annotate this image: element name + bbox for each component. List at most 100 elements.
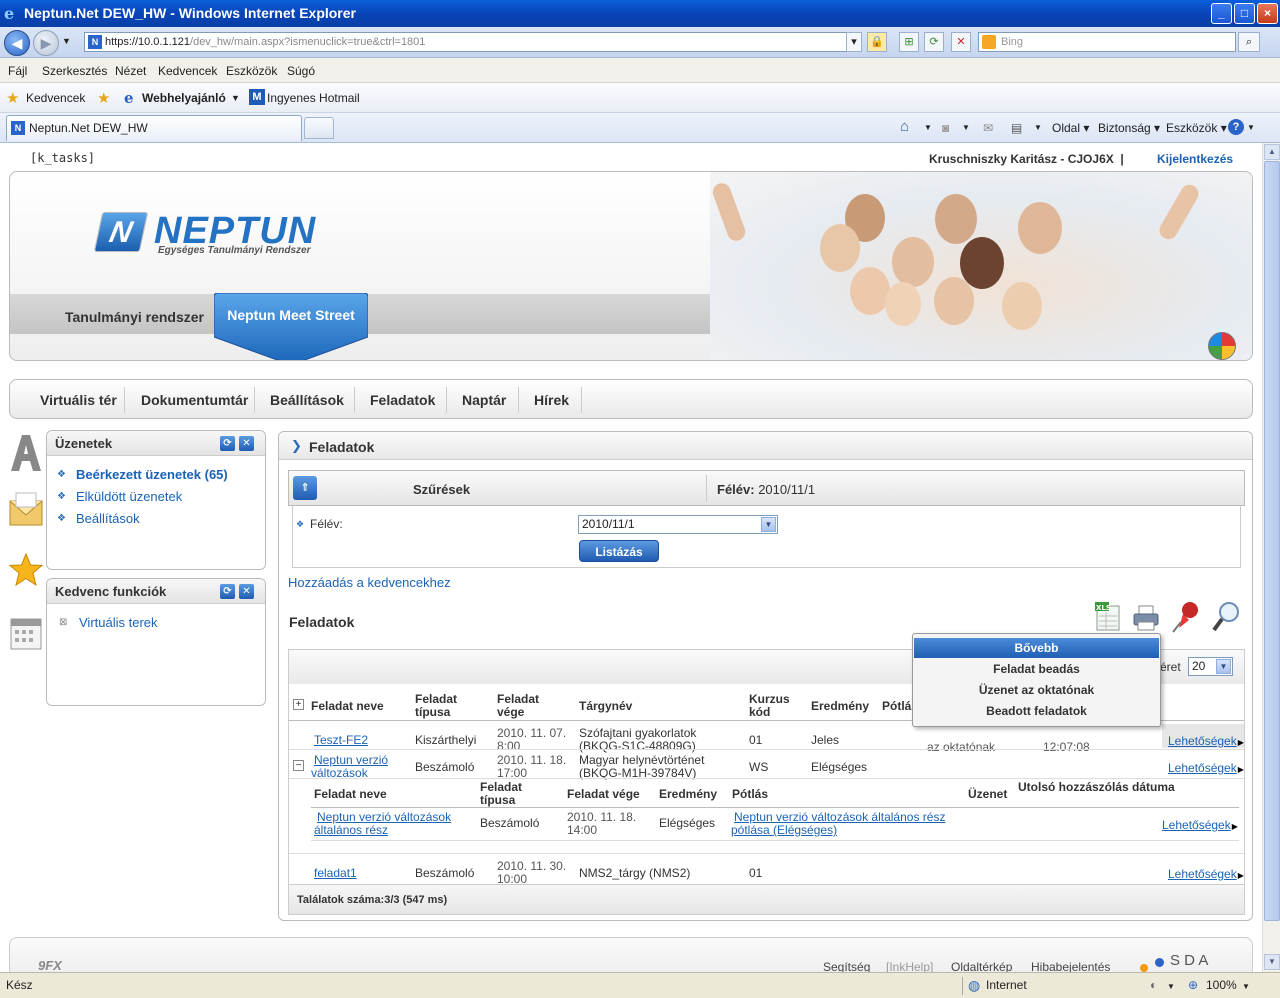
col-feladat-tipusa[interactable]: Feladat típusa	[415, 693, 485, 719]
tab-neptun-meet-street[interactable]: Neptun Meet Street	[214, 293, 368, 360]
feeds-icon[interactable]: ◙	[942, 121, 949, 135]
mail-icon[interactable]: ✉	[983, 121, 993, 135]
collapse-filter-icon[interactable]: ⇑	[293, 476, 317, 500]
favorites-icon[interactable]	[8, 551, 44, 591]
menu-item-uzenet-oktatonak[interactable]: Üzenet az oktatónak	[914, 680, 1159, 700]
pin-icon[interactable]	[1171, 600, 1201, 634]
url-dropdown-icon[interactable]: ▾	[846, 32, 862, 52]
new-tab-button[interactable]	[304, 117, 334, 139]
nav-naptar[interactable]: Naptár	[462, 392, 506, 408]
hotmail-link[interactable]: Ingyenes Hotmail	[267, 91, 360, 105]
forward-button[interactable]: ▶	[33, 30, 59, 56]
url-input[interactable]: N https://10.0.1.121/dev_hw/main.aspx?is…	[84, 32, 862, 52]
sub-col-potlas[interactable]: Pótlás	[732, 788, 768, 801]
sub-row-options-link[interactable]: Lehetőségek	[1162, 818, 1238, 832]
scroll-up-icon[interactable]: ▲	[1264, 144, 1280, 160]
footer-link-sitemap[interactable]: Oldaltérkép	[951, 960, 1012, 972]
sub-col-utolso-hozzaszolas[interactable]: Utolsó hozzászólás dátuma	[1018, 781, 1188, 794]
excel-export-icon[interactable]: XLS	[1095, 602, 1121, 632]
add-to-favorites-link[interactable]: Hozzáadás a kedvencekhez	[288, 575, 451, 590]
messages-icon[interactable]	[8, 489, 44, 529]
menu-view[interactable]: Nézet	[115, 64, 146, 78]
compat-view-icon[interactable]: ⊞	[899, 32, 919, 52]
close-box-icon[interactable]: ✕	[239, 584, 254, 599]
footer-link-bugreport[interactable]: Hibabejelentés	[1031, 960, 1110, 972]
help-dropdown-icon[interactable]: ▼	[1247, 123, 1255, 132]
browser-tab-active[interactable]: N Neptun.Net DEW_HW	[6, 115, 302, 141]
menu-item-beadott-feladatok[interactable]: Beadott feladatok	[914, 701, 1159, 721]
refresh-icon[interactable]: ⟳	[924, 32, 944, 52]
task-name-link[interactable]: Teszt-FE2	[314, 734, 368, 747]
sub-col-feladat-vege[interactable]: Feladat vége	[567, 788, 640, 801]
nav-beallitasok[interactable]: Beállítások	[270, 392, 344, 408]
scroll-down-icon[interactable]: ▼	[1264, 954, 1280, 970]
history-dropdown-icon[interactable]: ▼	[62, 36, 71, 46]
nav-hirek[interactable]: Hírek	[534, 392, 569, 408]
print-icon[interactable]: ▤	[1011, 121, 1022, 135]
inbox-link[interactable]: Beérkezett üzenetek (65)	[76, 467, 228, 482]
menu-help[interactable]: Súgó	[287, 64, 315, 78]
zoom-level[interactable]: 100%	[1206, 978, 1237, 992]
refresh-box-icon[interactable]: ⟳	[220, 436, 235, 451]
row-options-link[interactable]: Lehetőségek	[1168, 761, 1244, 775]
security-menu[interactable]: Biztonság ▾	[1098, 121, 1160, 135]
protected-mode-icon[interactable]: ◐	[1150, 978, 1157, 992]
tab-tanulmanyi-rendszer[interactable]: Tanulmányi rendszer	[65, 309, 204, 325]
favorites-star-icon[interactable]: ★	[6, 89, 19, 107]
lock-icon[interactable]: 🔒	[867, 32, 887, 52]
nav-dokumentumtar[interactable]: Dokumentumtár	[141, 392, 248, 408]
favorites-button[interactable]: Kedvencek	[26, 91, 85, 105]
print-dropdown-icon[interactable]: ▼	[1034, 123, 1042, 132]
sent-messages-link[interactable]: Elküldött üzenetek	[76, 489, 182, 504]
remove-favorite-icon[interactable]: ⊠	[59, 617, 67, 628]
zoom-dropdown-icon[interactable]: ▼	[1242, 982, 1250, 991]
magnifier-icon[interactable]	[1211, 600, 1241, 636]
page-size-select[interactable]: 20 ▼	[1188, 657, 1233, 676]
menu-item-feladat-beadas[interactable]: Feladat beadás	[914, 659, 1159, 679]
scroll-thumb[interactable]	[1264, 161, 1280, 921]
col-kurzus-kod[interactable]: Kurzus kód	[749, 693, 799, 719]
protected-mode-dropdown-icon[interactable]: ▼	[1167, 982, 1175, 991]
back-button[interactable]: ◀	[4, 30, 30, 56]
footer-link-help[interactable]: Segítség	[823, 960, 870, 972]
col-eredmeny[interactable]: Eredmény	[811, 700, 869, 713]
home-icon[interactable]: ⌂	[900, 118, 909, 135]
refresh-box-icon[interactable]: ⟳	[220, 584, 235, 599]
sub-col-eredmeny[interactable]: Eredmény	[659, 788, 717, 801]
nav-feladatok[interactable]: Feladatok	[370, 392, 435, 408]
logout-link[interactable]: Kijelentkezés	[1157, 152, 1233, 166]
menu-edit[interactable]: Szerkesztés	[42, 64, 107, 78]
row-options-link[interactable]: Lehetőségek	[1168, 867, 1244, 881]
col-feladat-neve[interactable]: Feladat neve	[311, 700, 384, 713]
sub-col-feladat-neve[interactable]: Feladat neve	[314, 788, 387, 801]
security-zone[interactable]: Internet	[986, 978, 1027, 992]
menu-tools[interactable]: Eszközök	[226, 64, 277, 78]
footer-link-inkhelp[interactable]: [InkHelp]	[886, 960, 933, 972]
sub-task-makeup-link-line2[interactable]: pótlása (Elégséges)	[731, 824, 837, 837]
list-button[interactable]: Listázás	[579, 540, 659, 562]
font-size-icon[interactable]	[8, 433, 44, 473]
feeds-dropdown-icon[interactable]: ▼	[962, 123, 970, 132]
search-button[interactable]: ⌕	[1238, 32, 1260, 52]
col-feladat-vege[interactable]: Feladat vége	[497, 693, 557, 719]
help-icon[interactable]: ?	[1228, 119, 1244, 135]
row-options-link[interactable]: Lehetőségek	[1168, 734, 1244, 748]
expand-all-icon[interactable]: +	[293, 699, 304, 710]
sub-col-uzenet[interactable]: Üzenet	[968, 788, 1007, 801]
print-list-icon[interactable]	[1132, 604, 1160, 632]
menu-favorites[interactable]: Kedvencek	[158, 64, 217, 78]
color-theme-icon[interactable]	[1208, 332, 1236, 360]
calendar-icon[interactable]	[8, 613, 44, 653]
suggested-sites-link[interactable]: Webhelyajánló	[142, 91, 226, 105]
add-favorites-icon[interactable]: ★	[97, 89, 110, 107]
search-input[interactable]: Bing	[978, 32, 1236, 52]
home-dropdown-icon[interactable]: ▼	[924, 123, 932, 132]
virtual-spaces-link[interactable]: Virtuális terek	[79, 615, 158, 630]
sub-task-name-link-line2[interactable]: általános rész	[314, 824, 388, 837]
nav-virtualis-ter[interactable]: Virtuális tér	[40, 392, 117, 408]
close-box-icon[interactable]: ✕	[239, 436, 254, 451]
menu-file[interactable]: Fájl	[8, 64, 27, 78]
stop-icon[interactable]: ✕	[951, 32, 971, 52]
col-targynev[interactable]: Tárgynév	[579, 700, 632, 713]
suggested-sites-dropdown-icon[interactable]: ▼	[231, 93, 240, 103]
